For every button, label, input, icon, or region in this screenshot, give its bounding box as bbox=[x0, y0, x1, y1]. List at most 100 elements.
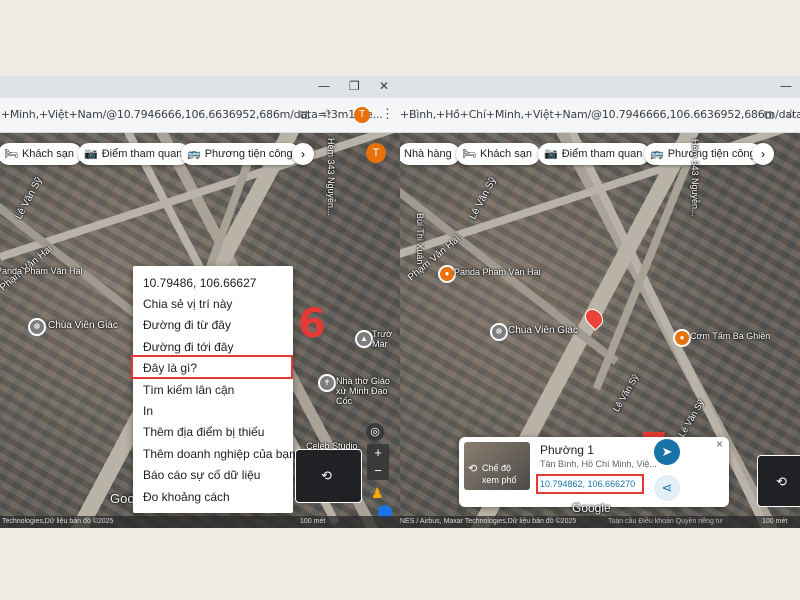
pagoda-poi-icon[interactable]: ☸ bbox=[490, 323, 508, 341]
highlight-box bbox=[131, 355, 293, 379]
map-label: Bùi Thị Xuân bbox=[415, 213, 425, 265]
url-text[interactable]: +Bình,+Hồ+Chí+Minh,+Việt+Nam/@10.7946666… bbox=[400, 108, 800, 121]
school-poi-icon[interactable]: ▲ bbox=[355, 330, 373, 348]
context-menu: 10.79486, 106.66627 Chia sẻ vị trí này Đ… bbox=[131, 266, 296, 513]
map-footer: NES / Airbus, Maxar Technologies,Dữ liệu… bbox=[400, 516, 800, 528]
camera-icon: 📷 bbox=[544, 148, 558, 160]
dropped-pin-icon[interactable] bbox=[581, 305, 607, 331]
map-label: Lê Văn Sỹ bbox=[611, 372, 641, 414]
map-label: Chùa Viên Giác bbox=[48, 320, 118, 331]
right-browser-window: — +Bình,+Hồ+Chí+Minh,+Việt+Nam/@10.79466… bbox=[400, 76, 800, 528]
street-view-icon: ⟲ bbox=[321, 468, 332, 483]
chip-restaurants[interactable]: Nhà hàng bbox=[400, 143, 460, 165]
bookmark-star-icon[interactable]: ☆ bbox=[321, 106, 333, 122]
minimize-icon[interactable]: — bbox=[780, 79, 792, 93]
pagoda-poi-icon[interactable]: ☸ bbox=[28, 318, 46, 336]
map-label: Nhà thờ Giáo xứ Minh Đạo Cốc bbox=[336, 376, 390, 406]
chips-scroll-right-icon[interactable]: › bbox=[292, 143, 314, 165]
share-icon[interactable]: ⋖ bbox=[654, 475, 680, 501]
address-bar: +Bình,+Hồ+Chí+Minh,+Việt+Nam/@10.7946666… bbox=[400, 98, 800, 133]
map-label: Cơm Tấm Ba Ghiền bbox=[690, 331, 771, 341]
profile-avatar[interactable]: T bbox=[354, 107, 370, 123]
close-icon[interactable]: × bbox=[716, 437, 723, 451]
satellite-map[interactable]: 🛏 Khách sạn 📷 Điểm tham quan 🚌 Phương tiện … bbox=[0, 133, 400, 528]
street-view-thumbnail[interactable]: ⟲ Chế độ xem phố bbox=[464, 442, 530, 490]
hotel-icon: 🛏 bbox=[462, 148, 476, 160]
highlight-box bbox=[536, 474, 644, 494]
chip-attractions[interactable]: 📷 Điểm tham quan bbox=[78, 143, 191, 165]
map-label: Trườ Mar bbox=[372, 329, 393, 349]
bus-icon: 🚌 bbox=[650, 148, 664, 160]
directions-icon[interactable]: ➤ bbox=[654, 439, 680, 465]
title-bar: — ❐ ✕ bbox=[0, 76, 400, 98]
menu-item-add-missing-place[interactable]: Thêm địa điểm bị thiếu bbox=[143, 425, 264, 439]
chip-hotels[interactable]: 🛏 Khách sạn bbox=[456, 143, 540, 165]
map-label: Panda Phạm Văn Hai bbox=[454, 267, 541, 277]
menu-item-print[interactable]: In bbox=[143, 404, 153, 418]
satellite-map[interactable]: Nhà hàng 🛏 Khách sạn 📷 Điểm tham quan 🚌 Phư… bbox=[400, 133, 800, 528]
step-number-6: 6 bbox=[298, 301, 326, 347]
zoom-in-icon[interactable]: + bbox=[367, 444, 389, 462]
chip-hotels[interactable]: 🛏 Khách sạn bbox=[0, 143, 82, 165]
zoom-out-icon[interactable]: − bbox=[367, 462, 389, 480]
map-footer-links[interactable]: Toàn cầu Điều khoản Quyền riêng tư bbox=[608, 516, 722, 528]
layers-thumbnail[interactable]: ⟲ bbox=[757, 455, 800, 507]
zoom-controls: + − bbox=[367, 444, 389, 480]
church-poi-icon[interactable]: ✝ bbox=[318, 374, 336, 392]
map-copyright: Technologies,Dữ liệu bản đồ ©2025 bbox=[2, 518, 114, 525]
context-menu-coordinates[interactable]: 10.79486, 106.66627 bbox=[143, 276, 256, 290]
bus-icon: 🚌 bbox=[187, 148, 201, 160]
place-info-card[interactable]: ⟲ Chế độ xem phố Phường 1 Tân Bình, Hồ C… bbox=[459, 437, 729, 507]
chips-scroll-right-icon[interactable]: › bbox=[752, 143, 774, 165]
more-menu-icon[interactable]: ⋮ bbox=[381, 106, 394, 122]
install-app-icon[interactable]: ⧉ bbox=[300, 107, 309, 123]
place-subtitle: Tân Bình, Hồ Chí Minh, Việ... bbox=[540, 459, 657, 469]
map-label: Panda Phạm Văn Hai bbox=[0, 266, 83, 276]
streetview-label: Chế độ xem phố bbox=[482, 463, 517, 485]
chip-label: Khách sạn bbox=[479, 148, 532, 160]
google-logo: Google bbox=[572, 501, 611, 515]
menu-item-share-location[interactable]: Chia sẻ vị trí này bbox=[143, 297, 232, 311]
menu-item-search-nearby[interactable]: Tìm kiếm lân cận bbox=[143, 383, 234, 397]
chip-transit[interactable]: 🚌 Phương tiện công c bbox=[181, 143, 300, 165]
street-view-icon: ⟲ bbox=[468, 463, 478, 475]
left-browser-window: — ❐ ✕ i+Minh,+Việt+Nam/@10.7946666,106.6… bbox=[0, 76, 400, 528]
map-copyright: NES / Airbus, Maxar Technologies,Dữ liệu… bbox=[400, 518, 577, 525]
map-label: Lê Văn Sỹ bbox=[467, 175, 499, 222]
map-label: Hẻm 343 Nguyễn... bbox=[690, 139, 700, 217]
close-icon[interactable]: ✕ bbox=[379, 79, 389, 93]
menu-item-measure-distance[interactable]: Đo khoảng cách bbox=[143, 490, 230, 504]
chip-label: Điểm tham quan bbox=[101, 148, 183, 160]
map-label: Lê Văn Sỹ bbox=[13, 175, 45, 222]
minimize-icon[interactable]: — bbox=[318, 79, 330, 93]
bookmark-star-icon[interactable]: ☆ bbox=[785, 106, 797, 122]
restaurant-poi-icon[interactable]: ● bbox=[673, 329, 691, 347]
menu-item-add-business[interactable]: Thêm doanh nghiệp của bạn bbox=[143, 447, 296, 461]
restore-icon[interactable]: ❐ bbox=[349, 79, 360, 93]
map-label: Chùa Viên Giác bbox=[508, 325, 578, 336]
map-scale[interactable]: 100 mét bbox=[762, 516, 787, 528]
map-label: Hẻm 343 Nguyễn... bbox=[326, 138, 336, 216]
chip-label: Điểm tham quan bbox=[561, 148, 643, 160]
map-footer: Technologies,Dữ liệu bản đồ ©2025 100 mé… bbox=[0, 516, 400, 528]
menu-item-directions-to[interactable]: Đường đi tới đây bbox=[143, 340, 233, 354]
street-view-icon: ⟲ bbox=[776, 474, 787, 489]
chip-label: Nhà hàng bbox=[404, 148, 452, 160]
install-app-icon[interactable]: ⧉ bbox=[764, 107, 773, 123]
menu-item-report-data-problem[interactable]: Báo cáo sự cố dữ liệu bbox=[143, 468, 260, 482]
pegman-icon[interactable]: ♟ bbox=[371, 485, 384, 502]
my-location-icon[interactable]: ◎ bbox=[366, 423, 384, 441]
layers-thumbnail[interactable]: ⟲ bbox=[295, 449, 362, 503]
address-bar: i+Minh,+Việt+Nam/@10.7946666,106.6636952… bbox=[0, 98, 400, 133]
menu-item-directions-from[interactable]: Đường đi từ đây bbox=[143, 318, 231, 332]
hotel-icon: 🛏 bbox=[4, 148, 18, 160]
title-bar: — bbox=[400, 76, 800, 98]
chip-label: Khách sạn bbox=[21, 148, 74, 160]
chip-attractions[interactable]: 📷 Điểm tham quan bbox=[538, 143, 651, 165]
chip-label: Phương tiện công c bbox=[667, 148, 762, 160]
place-title: Phường 1 bbox=[540, 443, 594, 457]
map-scale[interactable]: 100 mét bbox=[300, 516, 325, 528]
chip-transit[interactable]: 🚌 Phương tiện công c bbox=[644, 143, 762, 165]
map-profile-avatar[interactable]: T bbox=[366, 143, 386, 163]
chip-label: Phương tiện công c bbox=[204, 148, 300, 160]
